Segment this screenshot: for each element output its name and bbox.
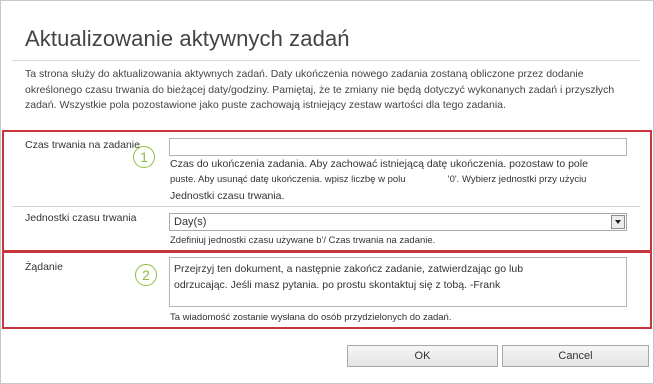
units-help: Zdefiniuj jednostki czasu używane b'/ Cz… (170, 235, 436, 246)
cancel-button[interactable]: Cancel (502, 345, 649, 367)
request-label: Żądanie (25, 261, 63, 273)
units-select-value: Day(s) (174, 216, 207, 228)
callout-badge-1: 1 (133, 146, 155, 168)
request-text: Przejrzyj ten dokument, a następnie zako… (174, 261, 523, 293)
dialog-title: Aktualizowanie aktywnych zadań (25, 26, 350, 51)
ok-button[interactable]: OK (347, 345, 498, 367)
row-divider (12, 206, 640, 207)
callout-badge-2: 2 (135, 264, 157, 286)
request-help: Ta wiadomość zostanie wysłana do osób pr… (170, 312, 452, 323)
title-divider (12, 60, 640, 61)
request-line-2: odrzucając. Jeśli masz pytania. po prost… (174, 279, 501, 291)
duration-help-line-1: Czas do ukończenia zadania. Aby zachować… (170, 158, 588, 170)
duration-help-line-3: Jednostki czasu trwania. (170, 190, 285, 202)
units-label: Jednostki czasu trwania (25, 212, 137, 224)
units-select[interactable]: Day(s) (169, 213, 627, 231)
chevron-down-icon[interactable] (611, 215, 625, 229)
duration-input[interactable] (169, 138, 627, 156)
duration-help-line-2: puste. Aby usunąć datę ukończenia. wpisz… (170, 174, 587, 185)
request-line-1: Przejrzyj ten dokument, a następnie zako… (174, 263, 524, 275)
request-textarea[interactable]: Przejrzyj ten dokument, a następnie zako… (169, 257, 627, 307)
duration-label: Czas trwania na zadanie (25, 139, 140, 151)
intro-text: Ta strona służy do aktualizowania aktywn… (25, 68, 615, 111)
duration-help: Czas do ukończenia zadania. Aby zachować… (170, 156, 640, 204)
